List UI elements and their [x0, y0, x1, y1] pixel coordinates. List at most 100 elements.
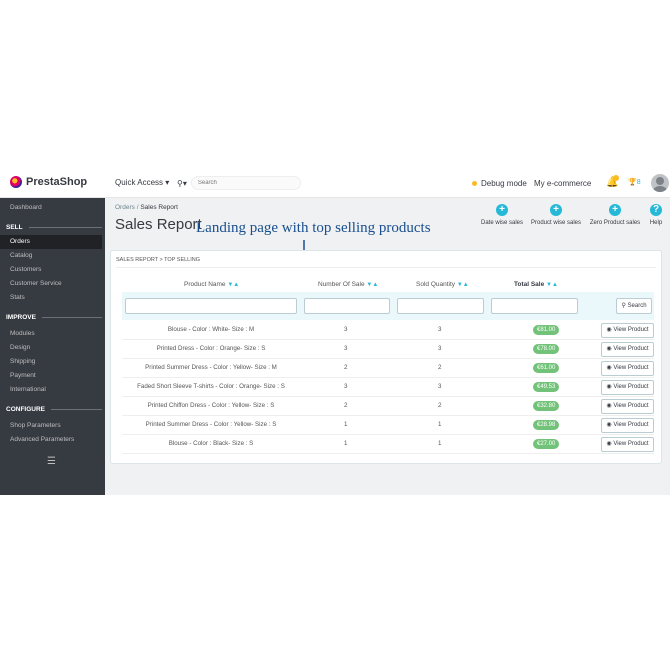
breadcrumb-orders[interactable]: Orders	[115, 204, 135, 211]
search-icon[interactable]: ⚲▾	[177, 179, 187, 188]
filter-row: ⚲ Search	[122, 292, 654, 320]
debug-mode-label: Debug mode	[481, 179, 527, 188]
shop-link[interactable]: My e-commerce	[534, 179, 591, 188]
sidebar-item-catalog[interactable]: Catalog	[10, 252, 32, 259]
view-product-button[interactable]: ◉ View Product	[601, 437, 654, 452]
plus-circle-icon: +	[609, 204, 621, 216]
prestashop-logo[interactable]: PrestaShop	[10, 176, 87, 188]
app-frame: PrestaShop Quick Access ▾ ⚲▾ Debug mode …	[0, 170, 670, 495]
panel-heading: SALES REPORT > TOP SELLING	[116, 257, 201, 263]
cell-product-name: Printed Summer Dress - Color : Yellow- S…	[145, 421, 277, 428]
view-product-button[interactable]: ◉ View Product	[601, 380, 654, 395]
total-sale-badge: €61.00	[533, 363, 560, 373]
sidebar-item-shop-parameters[interactable]: Shop Parameters	[10, 422, 61, 429]
cell-product-name: Printed Summer Dress - Color : Yellow- S…	[145, 364, 277, 371]
hamburger-menu-icon[interactable]: ☰	[47, 456, 56, 467]
cell-product-name: Printed Dress - Color : Orange- Size : S	[156, 345, 266, 352]
plus-circle-icon: +	[496, 204, 508, 216]
quick-access-menu[interactable]: Quick Access ▾	[115, 178, 169, 187]
sidebar-section-improve: IMPROVE	[6, 314, 102, 321]
cell-sold-quantity: 3	[438, 345, 442, 352]
cell-number-of-sale: 3	[344, 345, 348, 352]
sidebar: Dashboard SELL Orders Catalog Customers …	[0, 198, 105, 495]
breadcrumb: Orders / Sales Report	[115, 204, 178, 211]
table-row: Printed Dress - Color : Orange- Size : S…	[122, 340, 654, 359]
sidebar-item-modules[interactable]: Modules	[10, 330, 35, 337]
filter-product-name-input[interactable]	[125, 298, 297, 314]
sidebar-item-customer-service[interactable]: Customer Service	[10, 280, 62, 287]
sales-report-panel: SALES REPORT > TOP SELLING Product Name …	[110, 250, 662, 464]
view-product-button[interactable]: ◉ View Product	[601, 323, 654, 338]
cell-sold-quantity: 2	[438, 402, 442, 409]
cell-sold-quantity: 1	[438, 421, 442, 428]
table-row: Printed Chiffon Dress - Color : Yellow- …	[122, 397, 654, 416]
cell-product-name: Blouse - Color : Black- Size : S	[168, 440, 254, 447]
sort-icon[interactable]: ▼▲	[227, 282, 239, 288]
sort-icon[interactable]: ▼▲	[457, 282, 469, 288]
logo-text-shop: Shop	[59, 176, 88, 188]
sidebar-item-design[interactable]: Design	[10, 344, 30, 351]
view-product-button[interactable]: ◉ View Product	[601, 361, 654, 376]
cell-sold-quantity: 3	[438, 326, 442, 333]
notification-badge	[613, 175, 619, 181]
sidebar-item-payment[interactable]: Payment	[10, 372, 36, 379]
table-row: Printed Summer Dress - Color : Yellow- S…	[122, 416, 654, 435]
product-wise-sales-button[interactable]: + Product wise sales	[526, 204, 586, 226]
column-header-sold-quantity[interactable]: Sold Quantity ▼▲	[416, 281, 469, 288]
cell-number-of-sale: 1	[344, 421, 348, 428]
table-row: Faded Short Sleeve T-shirts - Color : Or…	[122, 378, 654, 397]
filter-number-of-sale-input[interactable]	[304, 298, 390, 314]
filter-total-sale-input[interactable]	[491, 298, 578, 314]
filter-sold-quantity-input[interactable]	[397, 298, 484, 314]
sidebar-item-customers[interactable]: Customers	[10, 266, 41, 273]
sidebar-item-international[interactable]: International	[10, 386, 46, 393]
table-row: Printed Summer Dress - Color : Yellow- S…	[122, 359, 654, 378]
sidebar-item-dashboard[interactable]: Dashboard	[10, 204, 42, 211]
sidebar-item-orders[interactable]: Orders	[0, 235, 102, 249]
cell-sold-quantity: 2	[438, 364, 442, 371]
cell-number-of-sale: 2	[344, 364, 348, 371]
date-wise-sales-button[interactable]: + Date wise sales	[472, 204, 532, 226]
debug-mode-indicator[interactable]: Debug mode	[472, 179, 527, 188]
header-search: ⚲▾	[177, 176, 301, 190]
cell-number-of-sale: 3	[344, 326, 348, 333]
sort-icon[interactable]: ▼▲	[366, 282, 378, 288]
total-sale-badge: €49.53	[533, 382, 560, 392]
total-sale-badge: €81.00	[533, 325, 560, 335]
cell-sold-quantity: 3	[438, 383, 442, 390]
column-header-total-sale[interactable]: Total Sale ▼▲	[514, 281, 558, 288]
header-search-input[interactable]	[190, 176, 301, 190]
search-button[interactable]: ⚲ Search	[616, 298, 652, 314]
trophy-icon[interactable]: 🏆8	[628, 178, 641, 186]
view-product-button[interactable]: ◉ View Product	[601, 418, 654, 433]
top-header: PrestaShop Quick Access ▾ ⚲▾ Debug mode …	[0, 170, 670, 198]
avatar[interactable]	[651, 174, 669, 192]
page-title: Sales Report	[115, 216, 202, 233]
prestashop-logo-icon	[10, 176, 22, 188]
sidebar-item-stats[interactable]: Stats	[10, 294, 25, 301]
table-row: Blouse - Color : Black- Size : S 1 1 €27.00…	[122, 435, 654, 454]
total-sale-badge: €28.98	[533, 420, 560, 430]
logo-text-presta: Presta	[26, 176, 60, 188]
sidebar-section-sell: SELL	[6, 224, 102, 231]
view-product-button[interactable]: ◉ View Product	[601, 342, 654, 357]
sidebar-item-shipping[interactable]: Shipping	[10, 358, 35, 365]
cell-product-name: Blouse - Color : White- Size : M	[167, 326, 255, 333]
total-sale-badge: €27.00	[533, 439, 560, 449]
total-sale-badge: €78.00	[533, 344, 560, 354]
search-icon: ⚲	[621, 303, 626, 309]
table-row: Blouse - Color : White- Size : M 3 3 €81.00…	[122, 321, 654, 340]
column-header-number-of-sale[interactable]: Number Of Sale ▼▲	[318, 281, 378, 288]
cell-product-name: Printed Chiffon Dress - Color : Yellow- …	[147, 402, 275, 409]
help-button[interactable]: ? Help	[626, 204, 670, 226]
total-sale-badge: €32.80	[533, 401, 560, 411]
sort-icon[interactable]: ▼▲	[546, 282, 558, 288]
view-product-button[interactable]: ◉ View Product	[601, 399, 654, 414]
trophy-count: 8	[636, 179, 641, 186]
debug-dot-icon	[472, 181, 477, 186]
cell-number-of-sale: 2	[344, 402, 348, 409]
cell-sold-quantity: 1	[438, 440, 442, 447]
sidebar-item-advanced-parameters[interactable]: Advanced Parameters	[10, 436, 74, 443]
column-header-product-name[interactable]: Product Name ▼▲	[184, 281, 239, 288]
breadcrumb-current: Sales Report	[140, 204, 178, 211]
